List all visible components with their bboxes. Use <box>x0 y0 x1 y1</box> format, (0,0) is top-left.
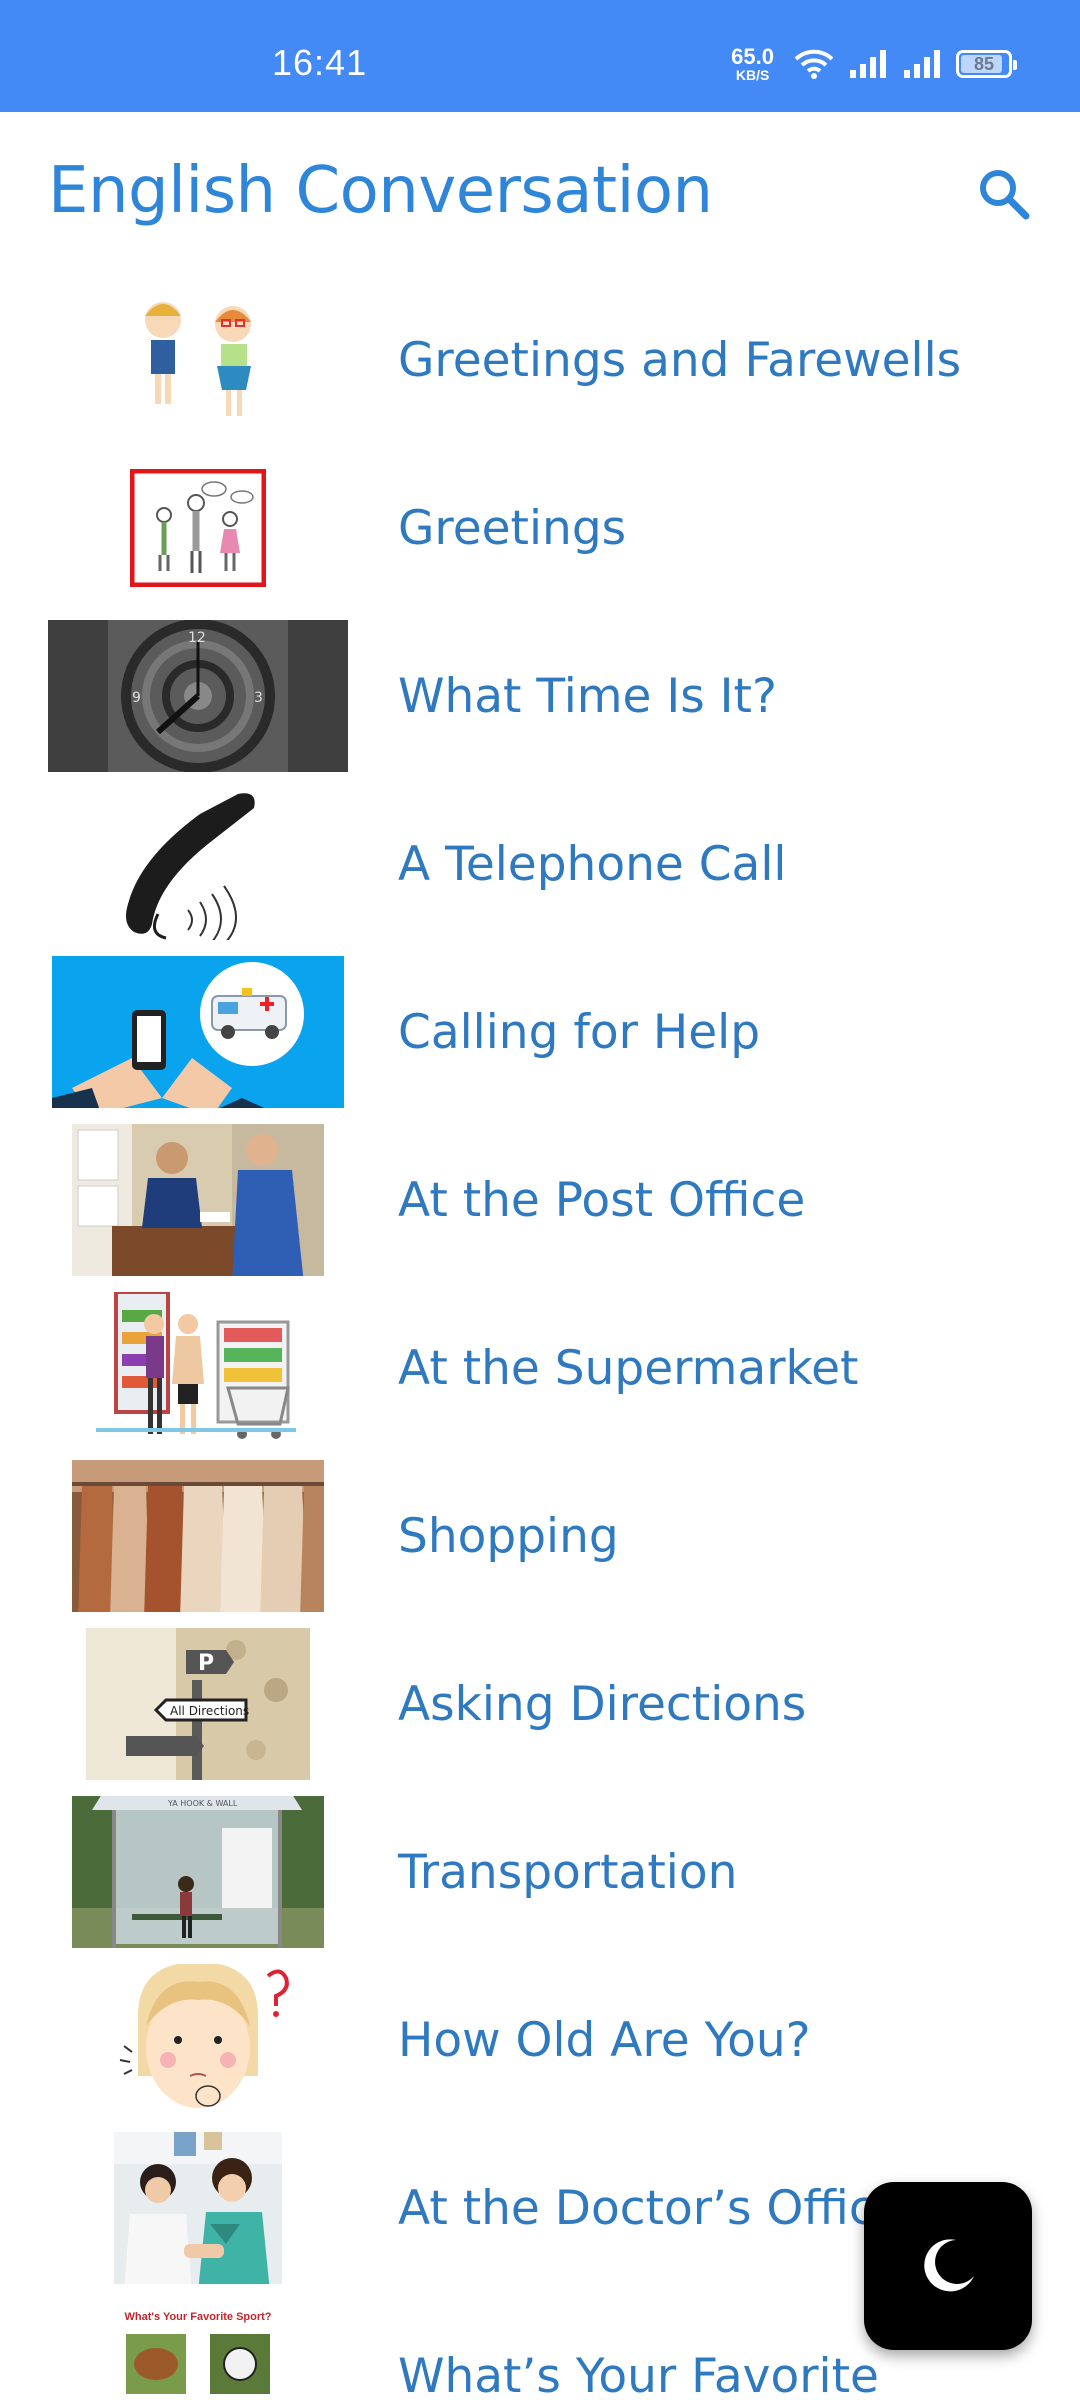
page-title: English Conversation <box>48 154 713 228</box>
battery-icon: 85 <box>956 50 1017 78</box>
list-item[interactable]: 12 3 9 What Time Is It? <box>0 612 1080 780</box>
search-button[interactable] <box>964 154 1044 234</box>
lesson-label: A Telephone Call <box>398 836 787 892</box>
dark-mode-toggle-button[interactable] <box>864 2182 1032 2350</box>
lesson-label: What’s Your Favorite <box>398 2348 879 2400</box>
lesson-label: At the Doctor’s Office <box>398 2180 904 2236</box>
ambulance-call-thumbnail <box>48 956 348 1108</box>
lesson-label: At the Post Office <box>398 1172 806 1228</box>
lesson-label: How Old Are You? <box>398 2012 811 2068</box>
list-item[interactable]: How Old Are You? <box>0 1956 1080 2124</box>
people-greeting-thumbnail <box>48 452 348 604</box>
supermarket-thumbnail <box>48 1292 348 1444</box>
favorite-sport-thumbnail: What's Your Favorite Sport? <box>48 2300 348 2400</box>
svg-text:YA HOOK & WALL: YA HOOK & WALL <box>167 1799 238 1808</box>
network-speed: 65.0 KB/S <box>731 44 774 83</box>
lesson-label: At the Supermarket <box>398 1340 859 1396</box>
telephone-handset-thumbnail <box>48 788 348 940</box>
lesson-label: What Time Is It? <box>398 668 777 724</box>
lesson-label: Transportation <box>398 1844 738 1900</box>
clothing-rack-thumbnail <box>48 1460 348 1612</box>
lesson-label: Shopping <box>398 1508 619 1564</box>
lesson-label: Asking Directions <box>398 1676 807 1732</box>
list-item[interactable]: Shopping <box>0 1452 1080 1620</box>
network-speed-value: 65.0 <box>731 44 774 69</box>
clock-face-thumbnail: 12 3 9 <box>48 620 348 772</box>
post-office-thumbnail <box>48 1124 348 1276</box>
lesson-label: Greetings <box>398 500 627 556</box>
list-item[interactable]: At the Supermarket <box>0 1284 1080 1452</box>
list-item[interactable]: Calling for Help <box>0 948 1080 1116</box>
search-icon <box>980 170 1030 220</box>
direction-sign-thumbnail: P All Directions <box>48 1628 348 1780</box>
thumbnail-caption: What's Your Favorite Sport? <box>124 2311 271 2323</box>
svg-text:12: 12 <box>188 630 206 646</box>
list-item[interactable]: YA HOOK & WALL Transportation <box>0 1788 1080 1956</box>
app-bar: English Conversation <box>0 112 1080 276</box>
svg-text:P: P <box>198 1651 214 1676</box>
status-bar: 16:41 65.0 KB/S 85 <box>0 0 1080 112</box>
wifi-icon <box>794 49 834 79</box>
list-item[interactable]: A Telephone Call <box>0 780 1080 948</box>
confused-girl-thumbnail <box>48 1964 348 2116</box>
status-icons: 65.0 KB/S 85 <box>731 44 1017 84</box>
lesson-list: Greetings and Farewells Greetings 12 3 9… <box>0 276 1080 2400</box>
moon-icon <box>924 2239 974 2292</box>
list-item[interactable]: Greetings and Farewells <box>0 276 1080 444</box>
kids-greeting-thumbnail <box>48 284 348 436</box>
list-item[interactable]: Greetings <box>0 444 1080 612</box>
svg-text:3: 3 <box>254 690 263 706</box>
svg-text:9: 9 <box>132 690 141 706</box>
list-item[interactable]: P All Directions Asking Directions <box>0 1620 1080 1788</box>
list-item[interactable]: At the Post Office <box>0 1116 1080 1284</box>
status-time: 16:41 <box>272 42 368 83</box>
bus-stop-thumbnail: YA HOOK & WALL <box>48 1796 348 1948</box>
svg-text:All Directions: All Directions <box>170 1704 249 1718</box>
network-speed-unit: KB/S <box>735 67 770 83</box>
battery-level-text: 85 <box>973 53 995 74</box>
signal-icon <box>850 50 886 78</box>
doctor-visit-thumbnail <box>48 2132 348 2284</box>
lesson-label: Greetings and Farewells <box>398 332 962 388</box>
lesson-label: Calling for Help <box>398 1004 761 1060</box>
signal-icon-2 <box>904 50 940 78</box>
